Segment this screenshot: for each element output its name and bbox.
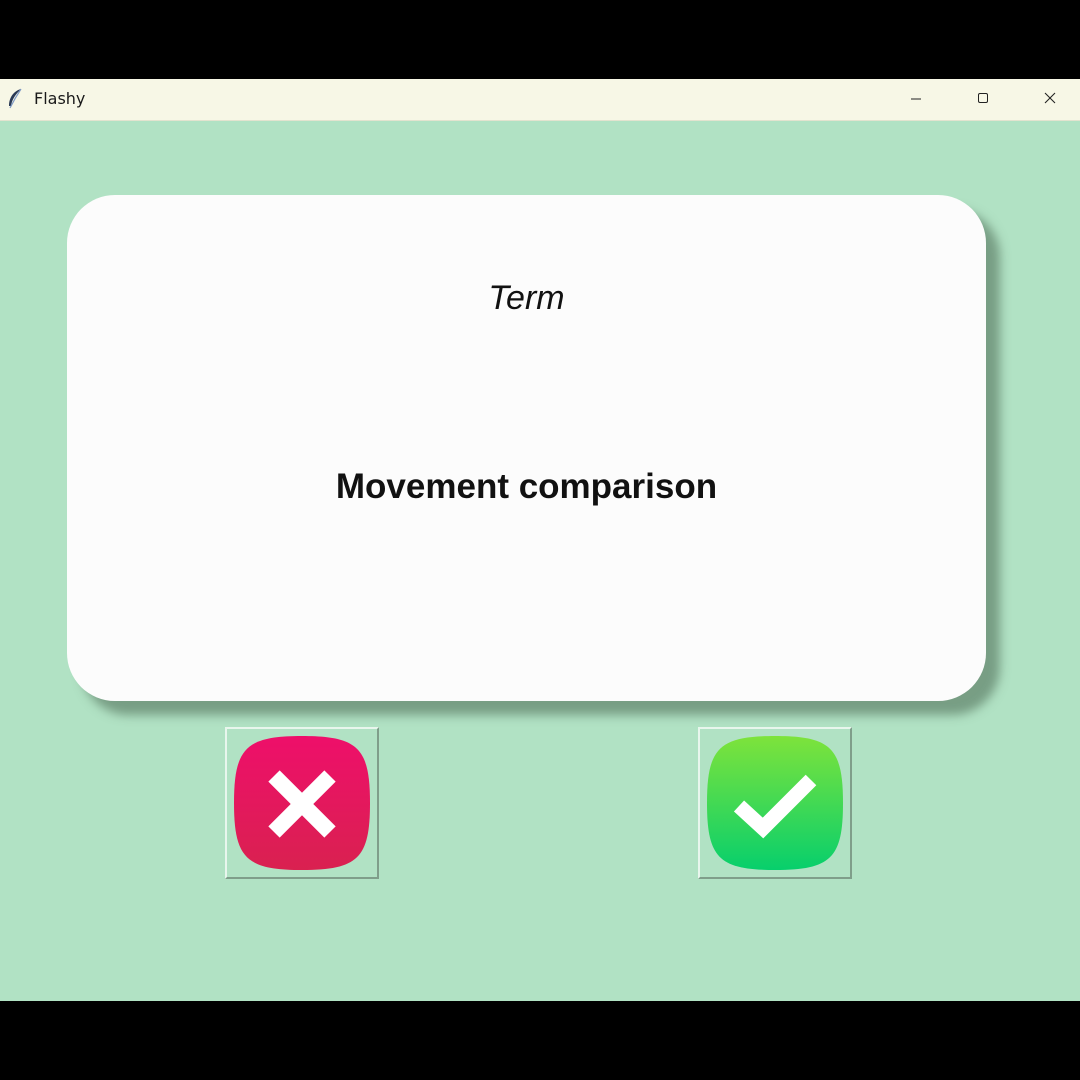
right-button[interactable]	[698, 727, 852, 879]
card-language-title: Term	[488, 279, 565, 317]
feather-icon	[6, 88, 24, 110]
wrong-button[interactable]	[225, 727, 379, 879]
close-icon	[1044, 92, 1056, 104]
cross-icon	[230, 732, 374, 874]
maximize-icon	[977, 92, 989, 104]
card-word: Movement comparison	[335, 467, 718, 506]
app-canvas: Term Movement comparison	[0, 121, 1080, 1001]
flash-card: Term Movement comparison	[67, 195, 986, 701]
maximize-button[interactable]	[950, 79, 1016, 117]
close-button[interactable]	[1017, 79, 1080, 117]
minimize-button[interactable]	[883, 79, 949, 117]
window-title: Flashy	[34, 89, 86, 108]
checkmark-icon	[703, 732, 847, 874]
app-window: Flashy Term Movement comparison	[0, 79, 1080, 1001]
minimize-icon	[910, 92, 922, 104]
title-bar[interactable]: Flashy	[0, 79, 1080, 121]
